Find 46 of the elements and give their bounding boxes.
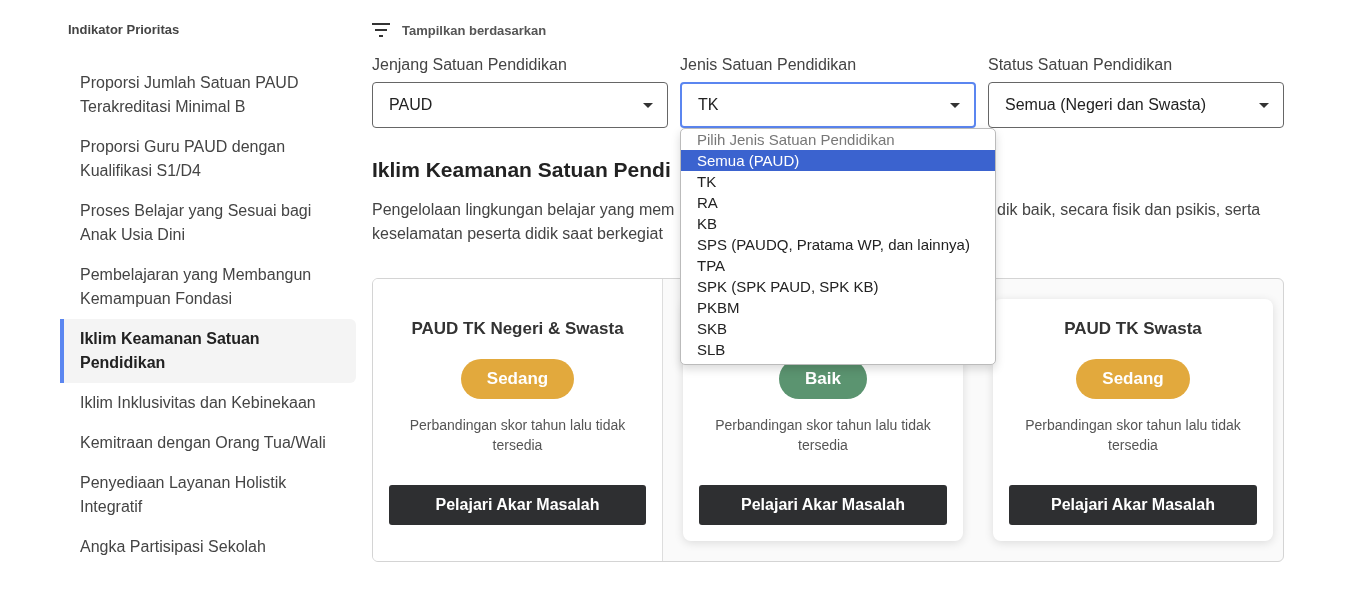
sidebar-item[interactable]: Proporsi Jumlah Satuan PAUD Terakreditasi Minimal B — [60, 63, 356, 127]
learn-button[interactable]: Pelajari Akar Masalah — [389, 485, 646, 525]
card-note: Perbandingan skor tahun lalu tidak tersedia — [714, 416, 932, 455]
sidebar-item[interactable]: Penyediaan Layanan Holistik Integratif — [60, 463, 356, 527]
dropdown-option[interactable]: SPS (PAUDQ, Pratama WP, dan lainnya) — [681, 234, 995, 255]
dropdown-prompt-option: Pilih Jenis Satuan Pendidikan — [681, 130, 995, 150]
filter-label: Tampilkan berdasarkan — [402, 22, 547, 38]
card-title: PAUD TK Swasta — [1064, 319, 1202, 340]
dropdown-option[interactable]: TPA — [681, 255, 995, 276]
dropdown-option[interactable]: SPK (SPK PAUD, SPK KB) — [681, 276, 995, 297]
dropdown-option[interactable]: SLB — [681, 339, 995, 360]
dropdown-option[interactable]: RA — [681, 192, 995, 213]
status-badge: Sedang — [460, 359, 575, 399]
dropdown-option[interactable]: SKB — [681, 318, 995, 339]
card-note: Perbandingan skor tahun lalu tidak tersedia — [1024, 416, 1242, 455]
sidebar-item[interactable]: Proses Belajar yang Sesuai bagi Anak Usia Dini — [60, 191, 356, 255]
filter-icon — [372, 23, 390, 37]
sidebar-item[interactable]: Angka Partisipasi Sekolah — [60, 527, 356, 567]
description-text: keselamatan peserta didik saat berkegiat — [372, 224, 664, 244]
status-badge: Sedang — [1076, 359, 1190, 399]
select-label: Status Satuan Pendidikan — [988, 56, 1174, 75]
description-text: Pengelolaan lingkungan belajar yang mem — [372, 200, 676, 220]
section-title: Iklim Keamanan Satuan Pendi — [372, 158, 671, 183]
sidebar-item[interactable]: Iklim Keamanan Satuan Pendidikan — [60, 319, 356, 383]
sidebar-item[interactable]: Iklim Inklusivitas dan Kebinekaan — [60, 383, 356, 423]
dropdown-option[interactable]: KB — [681, 213, 995, 234]
dropdown-option[interactable]: TK — [681, 171, 995, 192]
select-field[interactable]: Semua (Negeri dan Swasta) — [988, 82, 1284, 128]
card-note: Perbandingan skor tahun lalu tidak tersedia — [408, 416, 627, 455]
sidebar-item[interactable]: Proporsi Guru PAUD dengan Kualifikasi S1/D4 — [60, 127, 356, 191]
caret-icon — [950, 102, 960, 108]
description-text: dik baik, secara fisik dan psikis, serta — [997, 200, 1262, 220]
caret-icon — [1259, 102, 1269, 108]
select-label: Jenjang Satuan Pendidikan — [372, 56, 568, 75]
card-title: PAUD TK Negeri & Swasta — [411, 319, 624, 340]
caret-icon — [643, 102, 653, 108]
learn-button[interactable]: Pelajari Akar Masalah — [1009, 485, 1257, 525]
sidebar-title: Indikator Prioritas — [67, 21, 181, 39]
sidebar-item[interactable]: Pembelajaran yang Membangun Kemampuan Fondasi — [60, 255, 356, 319]
select-field[interactable]: PAUD — [372, 82, 668, 128]
select-label: Jenis Satuan Pendidikan — [680, 56, 858, 75]
select-field[interactable]: TK — [680, 82, 976, 128]
sidebar-item[interactable]: Kemitraan dengan Orang Tua/Wali — [60, 423, 356, 463]
dropdown-option[interactable]: Semua (PAUD) — [681, 150, 995, 171]
dropdown-option[interactable]: PKBM — [681, 297, 995, 318]
learn-button[interactable]: Pelajari Akar Masalah — [699, 485, 947, 525]
